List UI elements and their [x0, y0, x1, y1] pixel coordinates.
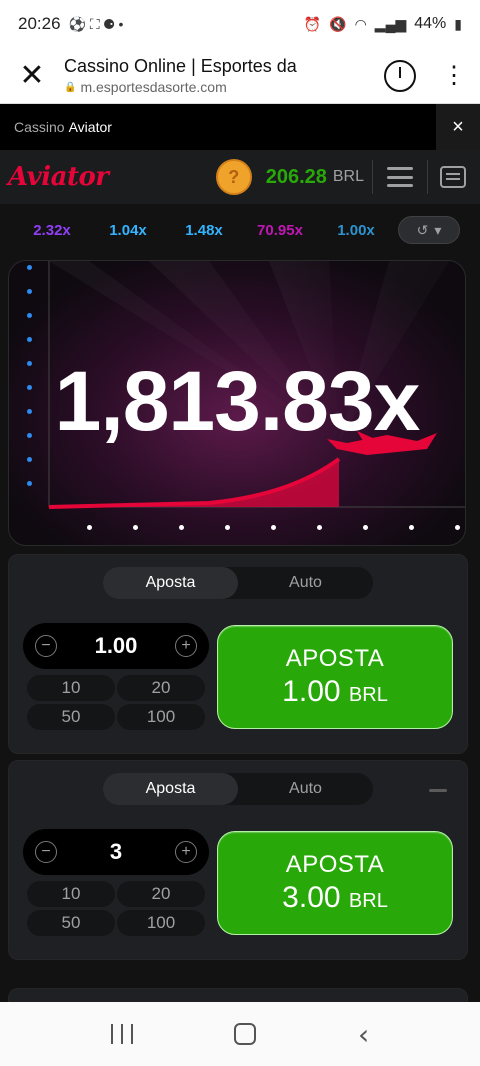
bet-button-amount-row: 3.00 BRL [282, 881, 388, 915]
home-icon[interactable] [234, 1023, 257, 1045]
y-axis-dot [27, 481, 32, 486]
battery-icon: ▮ [454, 15, 462, 32]
wifi-icon: ◠ [354, 15, 367, 32]
signal-icon: ▂▄▆ [374, 15, 407, 32]
x-axis-dot [455, 525, 460, 530]
x-axis-dot [87, 525, 92, 530]
flight-canvas: 1,813.83x [8, 260, 466, 546]
current-multiplier: 1,813.83x [54, 354, 421, 448]
mute-icon: 🔇 [329, 15, 347, 32]
url-row: 🔒 m.esportesdasorte.com [64, 79, 372, 95]
history-item-4[interactable]: 1.00x [318, 222, 394, 239]
bet-button-label: APOSTA [285, 645, 385, 672]
subheader-game: Aviator [68, 119, 112, 135]
status-bar: 20:26 ⚽ ⛶ ⚈ • ⏰ 🔇 ◠ ▂▄▆ 44% ▮ [0, 0, 480, 48]
tab-auto[interactable]: Auto [238, 773, 373, 805]
quick-amount-button[interactable]: 10 [27, 881, 115, 907]
balance-currency: BRL [332, 168, 364, 185]
tab-bet[interactable]: Aposta [103, 567, 238, 599]
history-clock-icon[interactable] [384, 59, 416, 92]
bet-panel-3-partial [8, 988, 468, 1002]
increase-stake-button[interactable]: + [175, 841, 197, 863]
quick-amount-button[interactable]: 50 [27, 910, 115, 936]
lock-icon: 🔒 [64, 81, 77, 93]
stake-stepper: − 3 + [23, 829, 209, 875]
bet-button-currency: BRL [348, 890, 388, 912]
chat-icon[interactable] [440, 166, 466, 188]
close-tab-icon[interactable]: ✕ [0, 58, 64, 93]
decrease-stake-button[interactable]: − [35, 841, 57, 863]
url-text: m.esportesdasorte.com [80, 79, 227, 95]
decrease-stake-button[interactable]: − [35, 635, 57, 657]
bet-button-currency: BRL [348, 684, 388, 706]
y-axis-dot [27, 289, 32, 294]
menu-icon[interactable] [387, 167, 413, 187]
x-axis-dot [363, 525, 368, 530]
chevron-down-icon: ▾ [434, 221, 442, 238]
place-bet-button[interactable]: APOSTA 1.00 BRL [217, 625, 453, 729]
coin-help-icon[interactable]: ? [215, 159, 252, 195]
increase-stake-button[interactable]: + [174, 635, 197, 657]
bet-button-amount: 3.00 [282, 881, 341, 914]
notification-icons: ⚽ ⛶ ⚈ • [68, 15, 124, 32]
battery-percent: 44% [414, 15, 447, 32]
quick-amount-button[interactable]: 50 [27, 704, 115, 730]
recent-apps-icon[interactable] [110, 1024, 133, 1044]
aviator-logo: Aviator [8, 162, 109, 192]
x-axis-dot [179, 525, 184, 530]
subheader-prefix: Cassino [14, 119, 65, 135]
x-axis-dot [317, 525, 322, 530]
y-axis-dot [27, 265, 32, 270]
bet-panel-2: Aposta Auto − 3 + 10 20 50 100 APOSTA 3.… [8, 760, 468, 960]
history-item-2[interactable]: 1.48x [166, 222, 242, 239]
alarm-icon: ⏰ [303, 15, 322, 32]
bet-button-amount-row: 1.00 BRL [282, 675, 388, 709]
history-icon: ↺ [416, 221, 429, 238]
history-item-0[interactable]: 2.32x [14, 222, 90, 239]
stake-stepper: − 1.00 + [23, 623, 209, 669]
y-axis-dot [27, 313, 32, 318]
stake-input[interactable]: 1.00 [95, 633, 138, 659]
history-toggle-button[interactable]: ↺ ▾ [398, 216, 460, 244]
y-axis-dot [27, 337, 32, 342]
tab-bet[interactable]: Aposta [103, 773, 238, 805]
quick-amount-button[interactable]: 10 [27, 675, 115, 701]
round-history: 2.32x 1.04x 1.48x 70.95x 1.00x ↺ ▾ [0, 204, 480, 256]
quick-amount-button[interactable]: 100 [117, 704, 205, 730]
stake-input[interactable]: 3 [110, 839, 122, 865]
close-game-button[interactable]: × [436, 104, 480, 150]
quick-amount-button[interactable]: 100 [117, 910, 205, 936]
history-item-1[interactable]: 1.04x [90, 222, 166, 239]
game-subheader: Cassino Aviator × [0, 104, 480, 150]
game-container: Cassino Aviator × Aviator ? 206.28 BRL 2… [0, 104, 480, 1002]
remove-panel-button[interactable] [429, 789, 447, 792]
divider [427, 160, 428, 194]
history-item-3[interactable]: 70.95x [242, 222, 318, 239]
bet-button-amount: 1.00 [282, 675, 341, 708]
x-axis-dot [133, 525, 138, 530]
tab-auto[interactable]: Auto [238, 567, 373, 599]
page-title: Cassino Online | Esportes da [64, 56, 297, 76]
bet-panel-1: Aposta Auto − 1.00 + 10 20 50 100 APOSTA… [8, 554, 468, 754]
back-icon[interactable]: ‹ [358, 1018, 369, 1051]
bet-button-label: APOSTA [285, 851, 385, 878]
browser-toolbar: ✕ Cassino Online | Esportes da 🔒 m.espor… [0, 48, 480, 104]
bet-mode-tabs: Aposta Auto [103, 567, 373, 599]
place-bet-button[interactable]: APOSTA 3.00 BRL [217, 831, 453, 935]
more-menu-icon[interactable]: ⋮ [438, 63, 470, 88]
quick-amount-button[interactable]: 20 [117, 675, 205, 701]
x-axis-dot [409, 525, 414, 530]
x-axis-dot [271, 525, 276, 530]
status-time: 20:26 [18, 14, 61, 33]
game-topbar: Aviator ? 206.28 BRL [0, 150, 480, 204]
y-axis-dot [27, 457, 32, 462]
balance-amount: 206.28 [265, 165, 327, 188]
bet-mode-tabs: Aposta Auto [103, 773, 373, 805]
x-axis-dot [225, 525, 230, 530]
address-area[interactable]: Cassino Online | Esportes da 🔒 m.esporte… [64, 56, 372, 95]
divider [372, 160, 373, 194]
quick-amount-button[interactable]: 20 [117, 881, 205, 907]
system-nav-bar: ‹ [0, 1002, 480, 1066]
